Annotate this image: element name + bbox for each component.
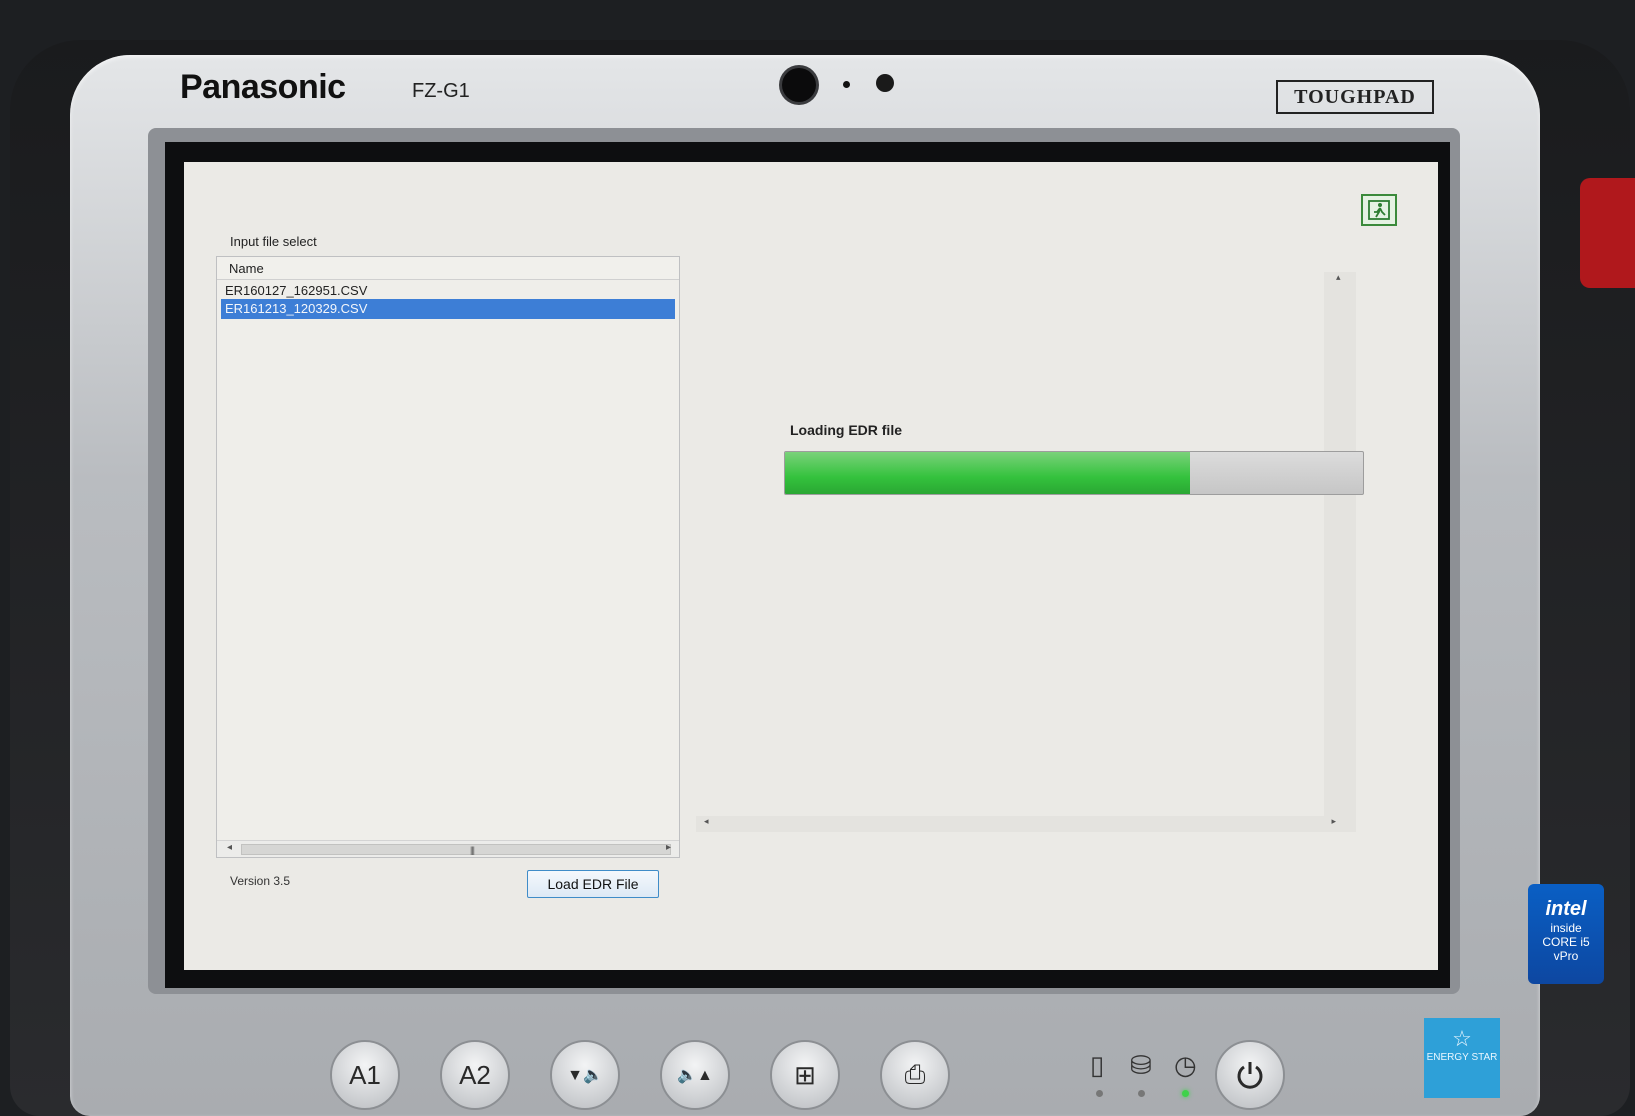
horizontal-scrollbar[interactable]: ◂ ||| ▸	[217, 840, 679, 857]
file-row[interactable]: ER160127_162951.CSV	[221, 281, 675, 301]
model-label: FZ-G1	[412, 80, 470, 102]
energy-star-icon: ☆	[1452, 1026, 1472, 1051]
intel-inside-label: inside	[1550, 921, 1582, 935]
scroll-left-icon[interactable]: ◂	[227, 842, 232, 853]
app-window: Input file select Name ER160127_162951.C…	[184, 162, 1438, 970]
light-sensor	[876, 74, 894, 92]
file-row-selected[interactable]: ER161213_120329.CSV	[221, 299, 675, 319]
scroll-thumb[interactable]: |||	[241, 844, 671, 855]
progress-fill	[785, 452, 1190, 494]
intel-core-label: CORE i5	[1542, 935, 1590, 949]
scroll-right-icon[interactable]: ▸	[1331, 816, 1336, 827]
power-status-icon: ◷	[1174, 1050, 1197, 1080]
loading-label: Loading EDR file	[790, 422, 902, 438]
battery-led	[1096, 1090, 1103, 1097]
content-horizontal-scrollbar[interactable]: ◂ ▸	[696, 816, 1356, 832]
volume-up-icon: 🔈▲	[677, 1067, 713, 1084]
storage-led	[1138, 1090, 1145, 1097]
power-led	[1182, 1090, 1189, 1097]
exit-icon	[1368, 200, 1390, 220]
side-handle	[1580, 178, 1635, 288]
intel-vpro-label: vPro	[1553, 949, 1579, 963]
intel-logo: intel	[1545, 898, 1587, 920]
storage-icon: ⛁	[1130, 1050, 1152, 1080]
battery-icon: ▯	[1090, 1050, 1105, 1080]
file-name: ER161213_120329.CSV	[225, 301, 368, 316]
windows-icon: ⊞	[794, 1059, 816, 1090]
energy-star-badge: ☆ ENERGY STAR	[1424, 1018, 1500, 1098]
file-name: ER160127_162951.CSV	[225, 283, 368, 298]
power-icon	[1237, 1062, 1263, 1089]
rotation-lock-button[interactable]: ⎙	[880, 1040, 950, 1110]
toughpad-badge: TOUGHPAD	[1276, 80, 1434, 114]
a1-label: A1	[349, 1059, 381, 1090]
energy-star-label: ENERGY STAR	[1426, 1052, 1498, 1063]
panel-title: Input file select	[230, 234, 317, 249]
file-list[interactable]: Name ER160127_162951.CSV ER161213_120329…	[216, 256, 680, 858]
rotation-lock-icon: ⎙	[904, 1059, 926, 1089]
a2-button[interactable]: A2	[440, 1040, 510, 1110]
power-button[interactable]	[1215, 1040, 1285, 1110]
vertical-scrollbar[interactable]: ▴ ▾	[1324, 272, 1356, 832]
scroll-grip-icon: |||	[470, 845, 475, 855]
camera-indicator	[843, 81, 850, 88]
intel-badge: intel inside CORE i5 vPro	[1528, 884, 1604, 984]
loading-progress-bar	[784, 451, 1364, 495]
column-header-name[interactable]: Name	[217, 257, 679, 280]
volume-down-button[interactable]: ▼🔈	[550, 1040, 620, 1110]
hardware-button-bar: A1 A2 ▼🔈 🔈▲ ⊞ ⎙ ▯ ⛁ ◷	[330, 1040, 1330, 1116]
volume-down-icon: ▼🔈	[567, 1067, 603, 1084]
load-edr-file-button[interactable]: Load EDR File	[527, 870, 659, 898]
exit-button[interactable]	[1361, 194, 1397, 226]
brand-logo: Panasonic	[180, 68, 346, 106]
scroll-left-icon[interactable]: ◂	[704, 816, 709, 827]
windows-button[interactable]: ⊞	[770, 1040, 840, 1110]
a2-label: A2	[459, 1059, 491, 1090]
scroll-right-icon[interactable]: ▸	[666, 842, 671, 853]
column-header-label: Name	[229, 261, 264, 276]
version-label: Version 3.5	[230, 874, 291, 888]
volume-up-button[interactable]: 🔈▲	[660, 1040, 730, 1110]
a1-button[interactable]: A1	[330, 1040, 400, 1110]
scroll-up-icon[interactable]: ▴	[1336, 272, 1341, 283]
camera-lens	[782, 68, 816, 102]
